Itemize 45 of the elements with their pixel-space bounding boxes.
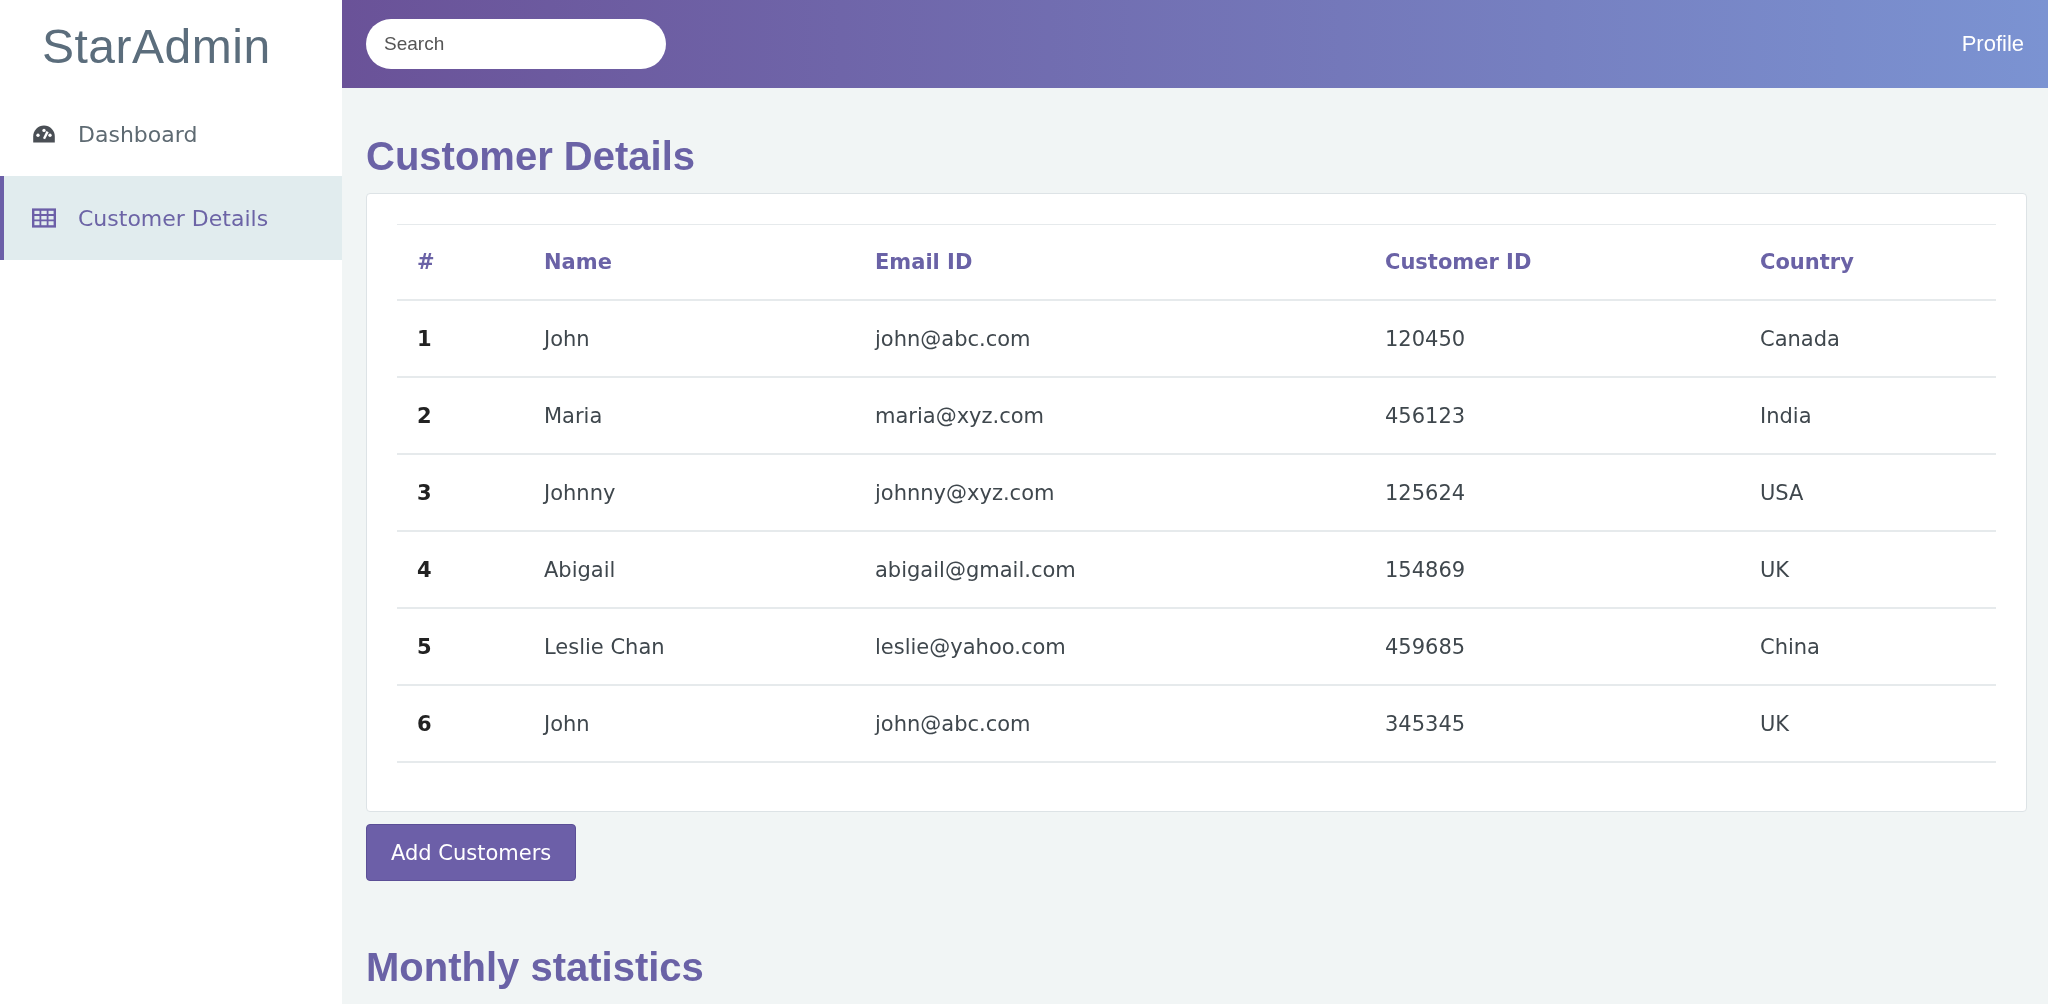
table-cell: John xyxy=(524,685,855,762)
table-cell: 345345 xyxy=(1365,685,1740,762)
page-title: Customer Details xyxy=(366,134,696,179)
table-cell: leslie@yahoo.com xyxy=(855,608,1365,685)
add-customers-button[interactable]: Add Customers xyxy=(366,824,577,881)
logo-text: StarAdmin xyxy=(41,18,272,75)
table-cell: abigail@gmail.com xyxy=(855,531,1365,608)
table-cell: Canada xyxy=(1740,300,1996,377)
table-cell: 456123 xyxy=(1365,377,1740,454)
table-cell: India xyxy=(1740,377,1996,454)
table-cell: 3 xyxy=(397,454,524,531)
speedometer-icon xyxy=(32,124,56,144)
table-cell: johnny@xyz.com xyxy=(855,454,1365,531)
table-cell: UK xyxy=(1740,685,1996,762)
table-cell: Johnny xyxy=(524,454,855,531)
table-cell: 120450 xyxy=(1365,300,1740,377)
search-field[interactable]: Search xyxy=(366,19,666,69)
table-cell: Abigail xyxy=(524,531,855,608)
table-cell: Maria xyxy=(524,377,855,454)
table-cell: John xyxy=(524,300,855,377)
sidebar-item[interactable]: Customer Details xyxy=(0,176,342,260)
column-header: Email ID xyxy=(855,224,1365,300)
column-header: Customer ID xyxy=(1365,224,1740,300)
table-cell: 4 xyxy=(397,531,524,608)
table-cell: 459685 xyxy=(1365,608,1740,685)
table-cell: 5 xyxy=(397,608,524,685)
sidebar-item[interactable]: Dashboard xyxy=(0,92,342,176)
table-cell: 125624 xyxy=(1365,454,1740,531)
table-cell: john@abc.com xyxy=(855,300,1365,377)
table-cell: 2 xyxy=(397,377,524,454)
table-cell: 1 xyxy=(397,300,524,377)
column-header: # xyxy=(397,224,524,300)
table-cell: UK xyxy=(1740,531,1996,608)
column-header: Name xyxy=(524,224,855,300)
table-cell: Leslie Chan xyxy=(524,608,855,685)
table-cell: 6 xyxy=(397,685,524,762)
profile-link[interactable]: Profile xyxy=(1961,31,2024,57)
table-cell: john@abc.com xyxy=(855,685,1365,762)
table-cell: USA xyxy=(1740,454,1996,531)
table-cell: 154869 xyxy=(1365,531,1740,608)
table-icon xyxy=(32,208,56,228)
table-cell: China xyxy=(1740,608,1996,685)
column-header: Country xyxy=(1740,224,1996,300)
section-title: Monthly statistics xyxy=(366,945,705,990)
table-cell: maria@xyz.com xyxy=(855,377,1365,454)
